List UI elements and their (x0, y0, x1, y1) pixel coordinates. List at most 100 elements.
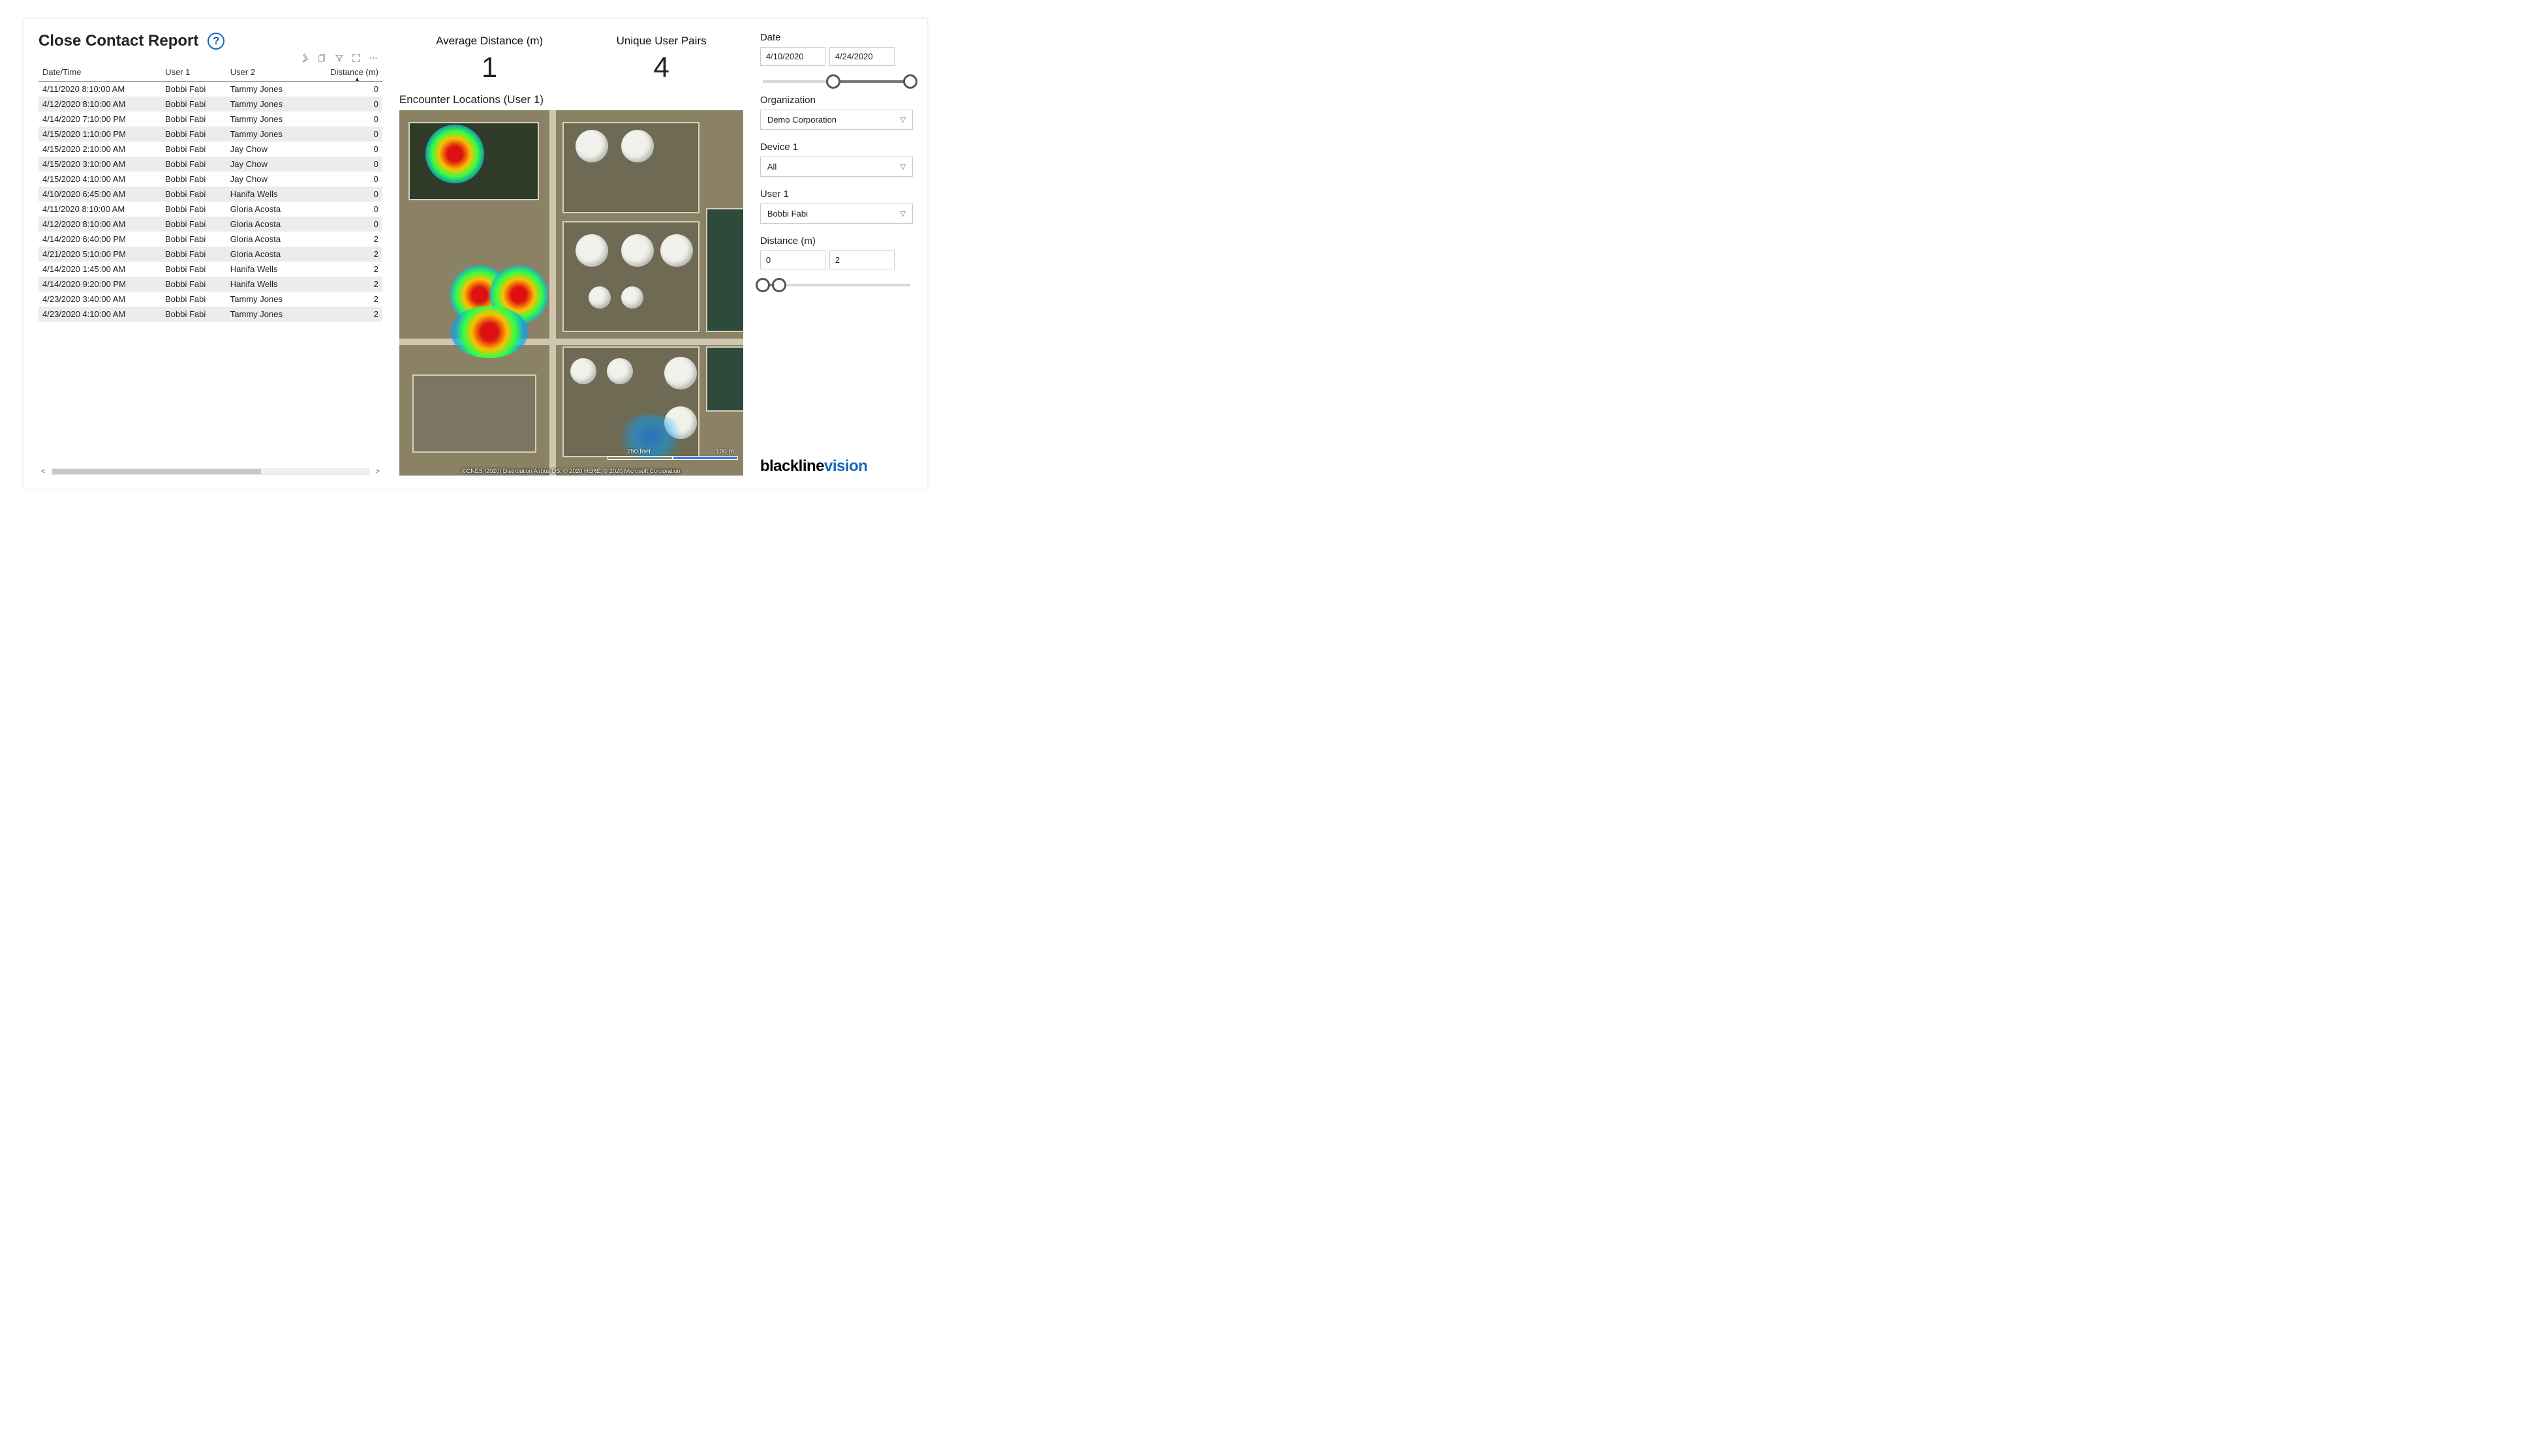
pin-icon[interactable] (300, 53, 311, 63)
contacts-table: Date/Time User 1 User 2 Distance (m) ▲ 4… (38, 63, 382, 322)
copy-icon[interactable] (317, 53, 328, 63)
user-select-value: Bobbi Fabi (767, 209, 808, 219)
cell-distance: 2 (307, 232, 382, 247)
cell-user1: Bobbi Fabi (161, 82, 226, 97)
table-row[interactable]: 4/15/2020 1:10:00 PMBobbi FabiTammy Jone… (38, 127, 382, 142)
col-user2[interactable]: User 2 (226, 63, 307, 82)
col-user1[interactable]: User 1 (161, 63, 226, 82)
table-row[interactable]: 4/14/2020 1:45:00 AMBobbi FabiHanifa Wel… (38, 262, 382, 277)
date-from-input[interactable]: 4/10/2020 (760, 47, 825, 66)
visual-toolbar (38, 50, 382, 63)
table-row[interactable]: 4/15/2020 2:10:00 AMBobbi FabiJay Chow0 (38, 142, 382, 157)
cell-user1: Bobbi Fabi (161, 262, 226, 277)
filter-user: User 1 Bobbi Fabi ▽ (760, 189, 913, 224)
table-row[interactable]: 4/11/2020 8:10:00 AMBobbi FabiGloria Aco… (38, 202, 382, 217)
table-row[interactable]: 4/10/2020 6:45:00 AMBobbi FabiHanifa Wel… (38, 187, 382, 202)
cell-distance: 2 (307, 262, 382, 277)
filter-distance-label: Distance (m) (760, 235, 913, 247)
cell-user1: Bobbi Fabi (161, 277, 226, 292)
table-panel: Close Contact Report ? (38, 32, 382, 476)
table-row[interactable]: 4/21/2020 5:10:00 PMBobbi FabiGloria Aco… (38, 247, 382, 262)
stat-avg-distance-label: Average Distance (m) (436, 35, 543, 48)
col-distance[interactable]: Distance (m) ▲ (307, 63, 382, 82)
cell-datetime: 4/23/2020 4:10:00 AM (38, 307, 161, 322)
cell-distance: 0 (307, 202, 382, 217)
date-to-input[interactable]: 4/24/2020 (829, 47, 895, 66)
distance-max-input[interactable]: 2 (829, 250, 895, 269)
scroll-thumb[interactable] (52, 469, 260, 474)
cell-user2: Hanifa Wells (226, 262, 307, 277)
table-hscroll[interactable]: < > (38, 461, 382, 476)
filter-icon[interactable] (334, 53, 345, 63)
cell-user2: Tammy Jones (226, 112, 307, 127)
table-row[interactable]: 4/14/2020 7:10:00 PMBobbi FabiTammy Jone… (38, 112, 382, 127)
col-datetime[interactable]: Date/Time (38, 63, 161, 82)
cell-datetime: 4/15/2020 1:10:00 PM (38, 127, 161, 142)
distance-slider-handle-max[interactable] (772, 278, 786, 292)
cell-user2: Tammy Jones (226, 97, 307, 112)
stat-unique-pairs: Unique User Pairs 4 (617, 35, 707, 84)
map-scalebar: 250 feet 100 m (607, 451, 738, 460)
report-card: Close Contact Report ? (23, 18, 928, 489)
help-icon[interactable]: ? (208, 33, 224, 50)
brand-part-b: vision (824, 457, 867, 475)
cell-distance: 0 (307, 82, 382, 97)
distance-slider[interactable] (763, 284, 910, 286)
device-select[interactable]: All ▽ (760, 157, 913, 177)
distance-min-input[interactable]: 0 (760, 250, 825, 269)
cell-user2: Tammy Jones (226, 292, 307, 307)
distance-slider-handle-min[interactable] (756, 278, 770, 292)
table-row[interactable]: 4/23/2020 3:40:00 AMBobbi FabiTammy Jone… (38, 292, 382, 307)
device-select-value: All (767, 162, 776, 172)
cell-user1: Bobbi Fabi (161, 292, 226, 307)
table-row[interactable]: 4/14/2020 6:40:00 PMBobbi FabiGloria Aco… (38, 232, 382, 247)
cell-user1: Bobbi Fabi (161, 232, 226, 247)
cell-datetime: 4/14/2020 7:10:00 PM (38, 112, 161, 127)
encounter-map[interactable]: 250 feet 100 m ©CNES (2020) Distribution… (399, 110, 743, 476)
cell-distance: 0 (307, 97, 382, 112)
user-select[interactable]: Bobbi Fabi ▽ (760, 204, 913, 224)
help-icon-glyph: ? (213, 35, 219, 48)
cell-user2: Tammy Jones (226, 307, 307, 322)
table-row[interactable]: 4/23/2020 4:10:00 AMBobbi FabiTammy Jone… (38, 307, 382, 322)
table-row[interactable]: 4/12/2020 8:10:00 AMBobbi FabiGloria Aco… (38, 217, 382, 232)
scroll-right-icon[interactable]: > (373, 468, 382, 476)
organization-select-value: Demo Corporation (767, 115, 837, 125)
map-title: Encounter Locations (User 1) (399, 93, 743, 106)
date-slider[interactable] (763, 80, 910, 83)
cell-datetime: 4/11/2020 8:10:00 AM (38, 82, 161, 97)
scroll-track[interactable] (52, 468, 369, 475)
focus-mode-icon[interactable] (351, 53, 361, 63)
cell-distance: 0 (307, 142, 382, 157)
cell-distance: 0 (307, 187, 382, 202)
map-scale-m: 100 m (716, 448, 734, 455)
cell-user2: Jay Chow (226, 157, 307, 172)
cell-user2: Hanifa Wells (226, 187, 307, 202)
cell-user2: Gloria Acosta (226, 202, 307, 217)
table-row[interactable]: 4/15/2020 4:10:00 AMBobbi FabiJay Chow0 (38, 172, 382, 187)
stat-avg-distance-value: 1 (436, 52, 543, 84)
cell-datetime: 4/23/2020 3:40:00 AM (38, 292, 161, 307)
table-row[interactable]: 4/11/2020 8:10:00 AMBobbi FabiTammy Jone… (38, 82, 382, 97)
cell-user2: Jay Chow (226, 172, 307, 187)
stat-unique-pairs-label: Unique User Pairs (617, 35, 707, 48)
table-row[interactable]: 4/12/2020 8:10:00 AMBobbi FabiTammy Jone… (38, 97, 382, 112)
more-options-icon[interactable] (368, 53, 378, 63)
cell-distance: 0 (307, 127, 382, 142)
date-slider-handle-min[interactable] (826, 74, 840, 89)
table-row[interactable]: 4/14/2020 9:20:00 PMBobbi FabiHanifa Wel… (38, 277, 382, 292)
filter-organization: Organization Demo Corporation ▽ (760, 95, 913, 130)
cell-distance: 2 (307, 292, 382, 307)
date-slider-handle-max[interactable] (903, 74, 917, 89)
cell-user1: Bobbi Fabi (161, 202, 226, 217)
table-row[interactable]: 4/15/2020 3:10:00 AMBobbi FabiJay Chow0 (38, 157, 382, 172)
cell-datetime: 4/10/2020 6:45:00 AM (38, 187, 161, 202)
page-title: Close Contact Report (38, 32, 198, 50)
cell-user1: Bobbi Fabi (161, 187, 226, 202)
cell-distance: 2 (307, 277, 382, 292)
center-panel: Average Distance (m) 1 Unique User Pairs… (399, 32, 743, 476)
filter-device-label: Device 1 (760, 142, 913, 153)
scroll-left-icon[interactable]: < (38, 468, 48, 476)
cell-datetime: 4/12/2020 8:10:00 AM (38, 217, 161, 232)
organization-select[interactable]: Demo Corporation ▽ (760, 110, 913, 130)
